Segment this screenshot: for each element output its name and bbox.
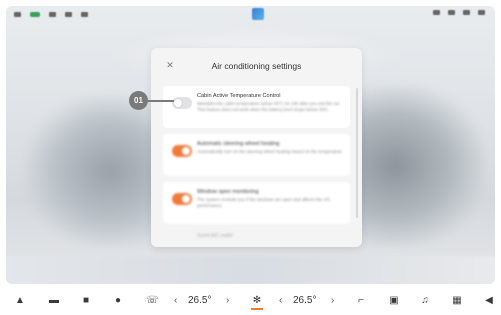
app-logo-icon <box>252 8 264 20</box>
left-temp-down-button[interactable]: ‹ <box>174 295 177 306</box>
seat-icon[interactable]: ▬ <box>48 296 60 306</box>
background-strip <box>6 256 495 284</box>
right-temp-down-button[interactable]: ‹ <box>279 295 282 306</box>
fan-icon[interactable]: ✻ <box>251 296 263 306</box>
status-right <box>433 10 485 15</box>
callout-badge: 01 <box>129 91 148 110</box>
status-icon <box>448 10 455 15</box>
music-icon[interactable]: ♫ <box>419 296 431 306</box>
background-blur <box>26 96 166 246</box>
setting-title: Window open monitoring <box>197 189 259 195</box>
volume-icon[interactable]: ◀ <box>483 296 495 306</box>
dialog-title: Air conditioning settings <box>211 61 302 71</box>
toggle-knob <box>182 147 190 155</box>
status-icon <box>478 10 485 15</box>
dialog-scrollbar[interactable] <box>356 88 358 218</box>
wiper-icon[interactable]: ⌐ <box>355 296 367 306</box>
chat-icon[interactable]: ● <box>112 296 124 306</box>
toggle-knob <box>182 195 190 203</box>
setting-description: Automatically turn on the steering wheel… <box>197 149 342 154</box>
setting-steering-wheel-heating: Automatic steering wheel heating Automat… <box>163 134 350 176</box>
status-icon <box>463 10 470 15</box>
steering-wheel-heating-toggle[interactable] <box>172 145 192 157</box>
setting-title: Cabin Active Temperature Control <box>197 93 281 99</box>
setting-description: Maintains the cabin temperature below 45… <box>197 101 341 112</box>
status-icon <box>433 10 440 15</box>
close-icon[interactable]: ✕ <box>165 60 175 70</box>
vehicle-icon[interactable]: ■ <box>80 296 92 306</box>
air-conditioning-dialog: ✕ Air conditioning settings Cabin Active… <box>151 48 362 247</box>
status-icon <box>14 11 21 17</box>
fan-active-indicator <box>251 308 263 310</box>
setting-partial-row[interactable]: Scent A/C outlet <box>197 233 233 239</box>
right-temp-up-button[interactable]: › <box>331 295 334 306</box>
setting-description: The system reminds you if the windows ar… <box>197 197 331 208</box>
cabin-temperature-toggle[interactable] <box>172 97 192 109</box>
window-monitoring-toggle[interactable] <box>172 193 192 205</box>
left-temp-up-button[interactable]: › <box>226 295 229 306</box>
toggle-knob <box>174 99 182 107</box>
setting-window-open-monitoring: Window open monitoring The system remind… <box>163 182 350 224</box>
media-icon[interactable]: ▣ <box>388 296 400 306</box>
bottom-dock: ▲ ▬ ■ ● ☏ ‹ 26.5° › ✻ ‹ 26.5° › ⌐ ▣ ♫ ▦ … <box>0 288 501 315</box>
setting-cabin-temperature-control: Cabin Active Temperature Control Maintai… <box>163 86 350 128</box>
status-badge <box>30 11 40 17</box>
car-icon[interactable]: ▲ <box>14 296 26 306</box>
status-icon <box>49 11 56 17</box>
right-temperature: 26.5° <box>293 295 317 306</box>
status-icon <box>65 11 72 17</box>
left-temperature: 26.5° <box>188 295 212 306</box>
phone-icon[interactable]: ☏ <box>146 296 159 306</box>
dialog-header: ✕ Air conditioning settings <box>151 48 362 84</box>
callout-line <box>148 100 174 102</box>
status-icon <box>81 11 88 17</box>
setting-title: Automatic steering wheel heating <box>197 141 280 147</box>
status-bar <box>6 6 495 22</box>
apps-icon[interactable]: ▦ <box>451 296 463 306</box>
